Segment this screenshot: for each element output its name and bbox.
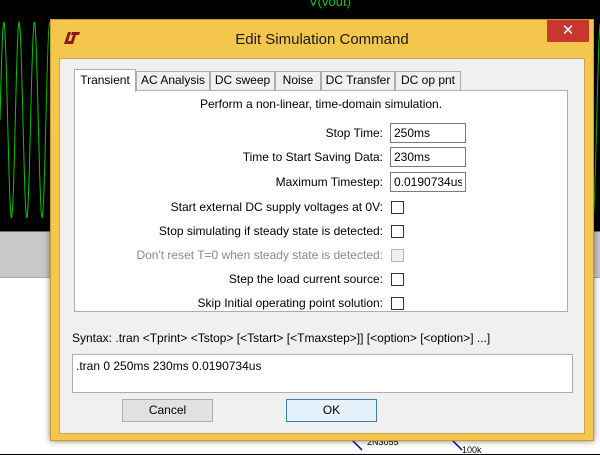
- close-icon: ✕: [561, 21, 575, 39]
- checkbox-row-dont-reset: Don't reset T=0 when steady state is det…: [75, 248, 567, 264]
- skip-op-checkbox[interactable]: [391, 297, 404, 310]
- max-timestep-label: Maximum Timestep:: [275, 175, 383, 189]
- external-dc-label: Start external DC supply voltages at 0V:: [170, 200, 383, 214]
- tab-ac-analysis[interactable]: AC Analysis: [136, 71, 210, 90]
- stop-time-label: Stop Time:: [325, 126, 383, 140]
- dont-reset-label: Don't reset T=0 when steady state is det…: [136, 248, 383, 262]
- ok-button[interactable]: OK: [286, 399, 377, 422]
- tab-dc-sweep[interactable]: DC sweep: [210, 71, 275, 90]
- start-saving-row: Time to Start Saving Data:: [75, 147, 567, 167]
- transient-tab-panel: Perform a non-linear, time-domain simula…: [74, 90, 568, 312]
- tab-dc-op-pnt[interactable]: DC op pnt: [395, 71, 461, 90]
- stop-time-row: Stop Time:: [75, 123, 567, 143]
- trace-label: V(vout): [309, 0, 351, 9]
- dialog-titlebar[interactable]: Edit Simulation Command ✕: [51, 20, 593, 58]
- panel-description: Perform a non-linear, time-domain simula…: [199, 97, 443, 111]
- external-dc-checkbox[interactable]: [391, 201, 404, 214]
- steady-state-checkbox[interactable]: [391, 225, 404, 238]
- start-saving-input[interactable]: [390, 147, 466, 167]
- max-timestep-input[interactable]: [390, 172, 466, 192]
- checkbox-row-skip-op: Skip Initial operating point solution:: [75, 296, 567, 312]
- steady-state-label: Stop simulating if steady state is detec…: [158, 224, 383, 238]
- tab-transient[interactable]: Transient: [74, 69, 136, 92]
- edit-simulation-dialog: Edit Simulation Command ✕ Transient AC A…: [50, 19, 594, 441]
- stop-time-input[interactable]: [390, 123, 466, 143]
- checkbox-row-steady-state: Stop simulating if steady state is detec…: [75, 224, 567, 240]
- checkbox-row-external-dc: Start external DC supply voltages at 0V:: [75, 200, 567, 216]
- step-load-label: Step the load current source:: [228, 272, 383, 286]
- dialog-client-area: Transient AC Analysis DC sweep Noise DC …: [59, 58, 585, 434]
- tab-dc-transfer[interactable]: DC Transfer: [321, 71, 395, 90]
- command-text-box[interactable]: .tran 0 250ms 230ms 0.0190734us: [72, 354, 573, 393]
- checkbox-row-step-load: Step the load current source:: [75, 272, 567, 288]
- start-saving-label: Time to Start Saving Data:: [242, 150, 383, 164]
- tab-noise[interactable]: Noise: [275, 71, 321, 90]
- dialog-title: Edit Simulation Command: [235, 31, 409, 48]
- syntax-hint: Syntax: .tran <Tprint> <Tstop> [<Tstart>…: [72, 331, 491, 345]
- max-timestep-row: Maximum Timestep:: [75, 172, 567, 192]
- skip-op-label: Skip Initial operating point solution:: [197, 296, 383, 310]
- dont-reset-checkbox: [391, 249, 404, 262]
- cancel-button[interactable]: Cancel: [122, 399, 213, 422]
- close-button[interactable]: ✕: [547, 20, 589, 42]
- step-load-checkbox[interactable]: [391, 273, 404, 286]
